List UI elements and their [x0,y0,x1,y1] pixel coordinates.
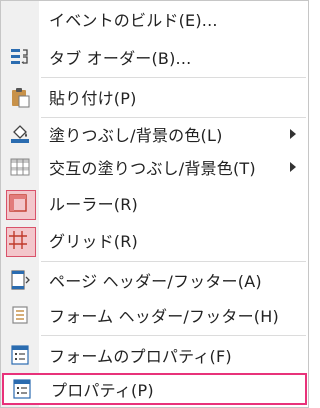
menu-item-paste[interactable]: 貼り付け(P) [1,81,308,113]
menu-item-ruler[interactable]: ルーラー(R) [1,187,308,220]
menu-item-label: 交互の塗りつぶし/背景色(T) [49,159,256,178]
menu-item-form-header-footer[interactable]: フォーム ヘッダー/フッター(H) [1,299,308,331]
fill-color-icon [7,121,33,147]
menu-item-label: イベントのビルド(E)... [49,11,218,30]
form-properties-icon [7,342,33,368]
page-header-footer-icon [7,267,33,293]
menu-item-build-event[interactable]: イベントのビルド(E)... [1,3,308,35]
menu-item-label: ページ ヘッダー/フッター(A) [49,272,262,291]
submenu-arrow-icon [290,129,296,139]
menu-separator [41,335,306,336]
alternate-fill-icon [7,154,33,180]
menu-item-page-header-footer[interactable]: ページ ヘッダー/フッター(A) [1,264,308,296]
grid-icon [5,227,36,257]
submenu-arrow-icon [290,162,296,172]
ruler-icon [5,190,36,220]
menu-item-alternate-fill[interactable]: 交互の塗りつぶし/背景色(T) [1,151,308,183]
menu-item-fill-color[interactable]: 塗りつぶし/背景の色(L) [1,118,308,150]
tab-order-icon [7,44,33,70]
menu-separator [41,77,306,78]
menu-item-label: フォームのプロパティ(F) [49,347,232,366]
properties-icon [9,376,35,402]
menu-item-form-properties[interactable]: フォームのプロパティ(F) [1,339,308,371]
menu-item-tab-order[interactable]: タブ オーダー(B)... [1,41,308,73]
menu-item-label: フォーム ヘッダー/フッター(H) [49,307,279,326]
menu-item-label: ルーラー(R) [49,195,139,214]
paste-icon [7,84,33,110]
menu-item-label: タブ オーダー(B)... [49,49,192,68]
menu-item-label: グリッド(R) [49,232,139,251]
menu-item-properties[interactable]: プロパティ(P) [2,373,307,405]
context-menu: イベントのビルド(E)... タブ オーダー(B)... 貼り付け(P) 塗りつ… [0,0,309,408]
menu-separator [41,261,306,262]
menu-item-label: 塗りつぶし/背景の色(L) [49,126,223,145]
menu-item-label: プロパティ(P) [51,381,154,400]
menu-item-grid[interactable]: グリッド(R) [1,224,308,257]
menu-item-label: 貼り付け(P) [49,89,137,108]
form-header-footer-icon [7,302,33,328]
